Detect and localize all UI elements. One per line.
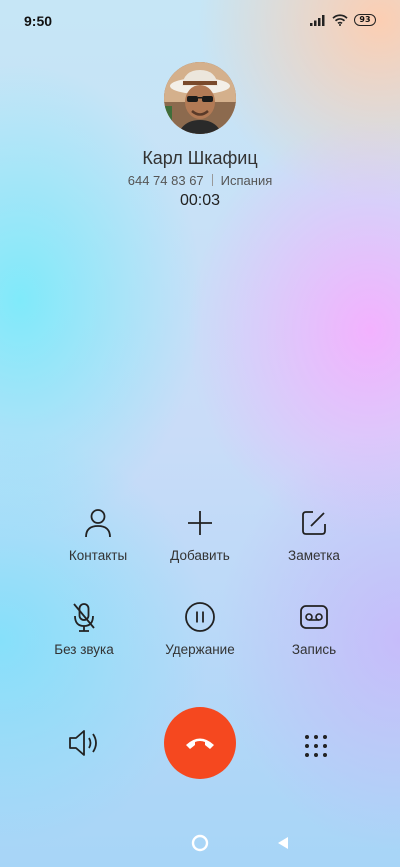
avatar-photo (164, 62, 236, 134)
end-call-button[interactable] (164, 707, 236, 779)
record-icon (300, 605, 328, 629)
mute-label: Без звука (54, 642, 114, 657)
contact-meta: 644 74 83 67 Испания (0, 173, 400, 188)
mic-off-icon (73, 603, 95, 632)
note-button[interactable]: Заметка (254, 506, 374, 563)
hang-up-icon (186, 738, 214, 749)
keypad-icon[interactable] (298, 728, 334, 764)
add-call-label: Добавить (170, 548, 230, 563)
plus-icon (188, 511, 212, 535)
hold-label: Удержание (165, 642, 235, 657)
status-icons: 93 (310, 14, 376, 26)
record-button[interactable]: Запись (254, 600, 374, 657)
contact-phone: 644 74 83 67 (127, 173, 204, 188)
mute-button[interactable]: Без звука (24, 600, 144, 657)
battery-icon: 93 (354, 14, 376, 26)
status-bar: 9:50 93 (0, 0, 400, 42)
add-call-button[interactable]: Добавить (140, 506, 260, 563)
record-label: Запись (291, 642, 337, 657)
pause-icon (185, 602, 215, 632)
hold-button[interactable]: Удержание (140, 600, 260, 657)
contact-name: Карл Шкафиц (142, 148, 258, 168)
note-label: Заметка (288, 548, 340, 563)
back-icon[interactable] (276, 836, 290, 850)
signal-icon (310, 15, 325, 26)
status-time: 9:50 (24, 13, 53, 29)
person-icon (85, 509, 111, 538)
home-icon[interactable] (191, 834, 209, 852)
note-edit-icon (302, 511, 326, 535)
meta-divider (211, 174, 213, 186)
contact-avatar (164, 62, 236, 134)
contact-location: Испания (220, 173, 273, 188)
call-duration: 00:03 (179, 192, 221, 209)
wifi-icon (332, 14, 348, 26)
speaker-icon[interactable] (66, 726, 104, 760)
